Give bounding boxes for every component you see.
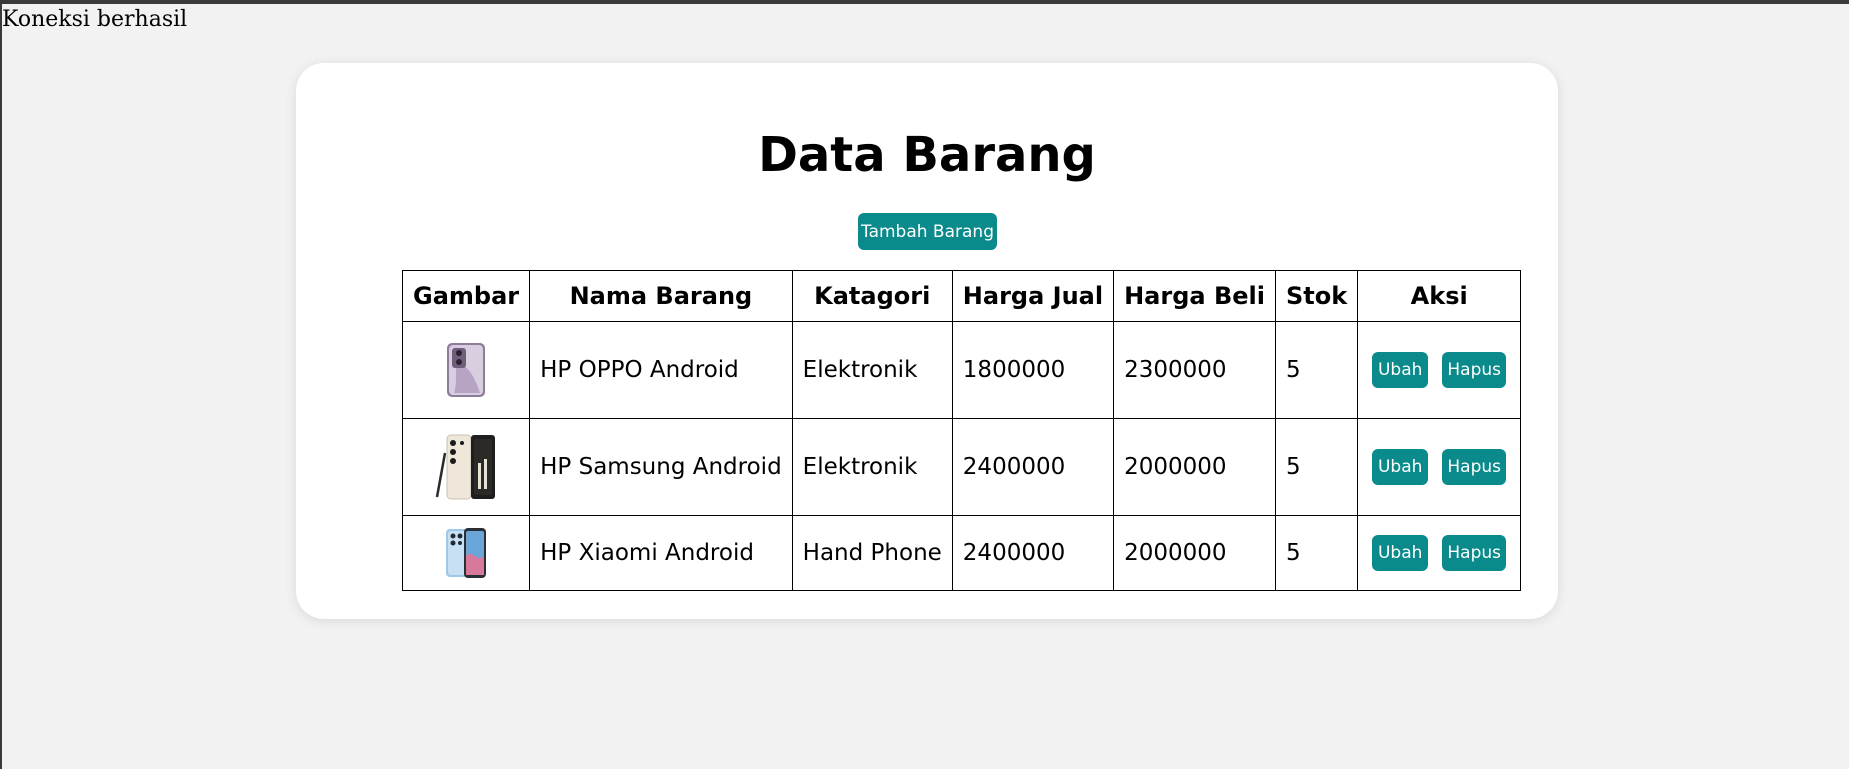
column-header-aksi: Aksi (1357, 270, 1522, 322)
table-header-row: Gambar Nama Barang Katagori Harga Jual H… (401, 270, 1522, 322)
stock-value: 5 (1274, 418, 1359, 516)
edit-button[interactable]: Ubah (1372, 352, 1429, 388)
product-name: HP Samsung Android (529, 418, 793, 516)
purchase-price: 2000000 (1113, 515, 1276, 591)
action-cell: Ubah Hapus (1357, 321, 1522, 419)
stock-value: 5 (1274, 515, 1359, 591)
selling-price: 1800000 (951, 321, 1115, 419)
product-image-cell (401, 515, 531, 591)
column-header-harga-beli: Harga Beli (1113, 270, 1276, 322)
delete-button[interactable]: Hapus (1442, 535, 1507, 571)
action-cell: Ubah Hapus (1357, 418, 1522, 516)
delete-button[interactable]: Hapus (1442, 352, 1507, 388)
column-header-harga-jual: Harga Jual (951, 270, 1115, 322)
purchase-price: 2000000 (1113, 418, 1276, 516)
edit-button[interactable]: Ubah (1372, 449, 1429, 485)
column-header-stok: Stok (1274, 270, 1359, 322)
table-row: HP OPPO Android Elektronik 1800000 23000… (401, 321, 1522, 419)
selling-price: 2400000 (951, 418, 1115, 516)
column-header-katagori: Katagori (791, 270, 953, 322)
xiaomi-phone-image (446, 528, 487, 578)
selling-price: 2400000 (951, 515, 1115, 591)
action-cell: Ubah Hapus (1357, 515, 1522, 591)
stock-value: 5 (1274, 321, 1359, 419)
add-item-button[interactable]: Tambah Barang (858, 213, 997, 250)
connection-status: Koneksi berhasil (2, 7, 188, 32)
content-card: Data Barang Tambah Barang Gambar Nama Ba… (296, 63, 1558, 619)
product-category: Elektronik (791, 418, 953, 516)
edit-button[interactable]: Ubah (1372, 535, 1429, 571)
table-row: HP Xiaomi Android Hand Phone 2400000 200… (401, 515, 1522, 591)
column-header-gambar: Gambar (401, 270, 531, 322)
product-name: HP Xiaomi Android (529, 515, 793, 591)
delete-button[interactable]: Hapus (1442, 449, 1507, 485)
items-table: Gambar Nama Barang Katagori Harga Jual H… (401, 270, 1522, 591)
product-name: HP OPPO Android (529, 321, 793, 419)
samsung-phone-image (435, 434, 496, 500)
page-title: Data Barang (758, 127, 1096, 183)
table-row: HP Samsung Android Elektronik 2400000 20… (401, 418, 1522, 516)
product-image-cell (401, 418, 531, 516)
product-image-cell (401, 321, 531, 419)
purchase-price: 2300000 (1113, 321, 1276, 419)
column-header-nama-barang: Nama Barang (529, 270, 793, 322)
product-category: Hand Phone (791, 515, 953, 591)
oppo-phone-image (447, 343, 486, 397)
product-category: Elektronik (791, 321, 953, 419)
